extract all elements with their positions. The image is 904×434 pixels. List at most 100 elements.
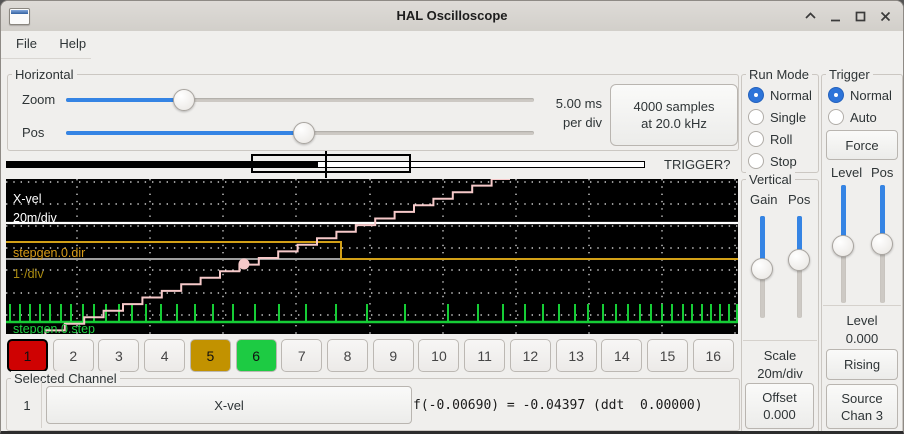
samples-button-line2: at 20.0 kHz — [641, 115, 707, 132]
radio-label: Auto — [850, 110, 877, 125]
level-readout: Level 0.000 — [822, 312, 902, 348]
scale-value: 20m/div — [742, 365, 818, 383]
zoom-slider[interactable] — [66, 89, 534, 111]
horizontal-group-label: Horizontal — [12, 67, 77, 82]
gain-slider-label: Gain — [750, 192, 777, 207]
window-title: HAL Oscilloscope — [1, 1, 903, 31]
selected-channel-divider — [41, 381, 42, 428]
vertical-pos-slider[interactable] — [786, 216, 812, 318]
channel-button-10[interactable]: 10 — [418, 339, 459, 372]
channel-button-6[interactable]: 6 — [236, 339, 277, 372]
channel-button-8[interactable]: 8 — [327, 339, 368, 372]
offset-button-line2: 0.000 — [763, 406, 796, 423]
edge-button-label: Rising — [844, 356, 880, 373]
vertical-pos-slider-label: Pos — [788, 192, 810, 207]
channel-button-16[interactable]: 16 — [693, 339, 734, 372]
shade-icon[interactable] — [802, 8, 818, 24]
per-div-unit: per div — [526, 113, 602, 132]
radio-label: Stop — [770, 154, 797, 169]
offset-button[interactable]: Offset 0.000 — [745, 383, 814, 429]
app-window: HAL Oscilloscope File Help Horizontal Zo… — [0, 0, 904, 434]
channel-button-9[interactable]: 9 — [373, 339, 414, 372]
selected-channel-group: Selected Channel 1 X-vel f(-0.00690) = -… — [6, 378, 740, 431]
trigger-option-normal[interactable]: Normal — [822, 84, 902, 106]
channel-button-3[interactable]: 3 — [98, 339, 139, 372]
radio-label: Normal — [770, 88, 812, 103]
horizontal-pos-slider-fill — [66, 131, 304, 135]
trigger-option-auto[interactable]: Auto — [822, 106, 902, 128]
run-mode-option-roll[interactable]: Roll — [742, 128, 818, 150]
channel-button-12[interactable]: 12 — [510, 339, 551, 372]
scope-display: X-vel20m/divstepgen.0.dir1·/divstepgen.0… — [6, 179, 738, 334]
radio-icon[interactable] — [748, 131, 764, 147]
gain-slider-handle[interactable] — [751, 258, 773, 280]
close-icon[interactable] — [877, 8, 893, 24]
horizontal-group: Horizontal Zoom Pos 5.00 ms per div 4000… — [7, 74, 739, 151]
level-caption: Level — [822, 312, 902, 330]
trigger-group: Trigger NormalAuto Force Level Pos Level… — [821, 74, 903, 433]
minimize-icon[interactable] — [827, 8, 843, 24]
force-button-label: Force — [845, 137, 878, 154]
channel-name-button[interactable]: X-vel — [46, 386, 412, 424]
channel-button-15[interactable]: 15 — [647, 339, 688, 372]
channel-button-13[interactable]: 13 — [556, 339, 597, 372]
run-mode-options: Normal Single Roll Stop — [742, 84, 818, 172]
zoom-slider-fill — [66, 98, 184, 102]
run-mode-group: Run Mode NormalSingleRollStop — [741, 74, 819, 173]
trigger-group-label: Trigger — [826, 67, 873, 82]
gain-slider[interactable] — [749, 216, 775, 318]
trigger-pos-slider-label: Pos — [871, 165, 893, 180]
pos-slider-label: Pos — [22, 125, 44, 140]
menubar: File Help — [1, 31, 903, 59]
channel-button-14[interactable]: 14 — [601, 339, 642, 372]
menu-file[interactable]: File — [7, 31, 46, 56]
samples-button-line1: 4000 samples — [634, 98, 715, 115]
level-slider-handle[interactable] — [832, 235, 854, 257]
run-mode-option-normal[interactable]: Normal — [742, 84, 818, 106]
trigger-point-marker[interactable] — [325, 151, 327, 178]
view-window-box[interactable] — [251, 154, 411, 173]
per-div-readout: 5.00 ms per div — [526, 94, 602, 132]
level-slider[interactable] — [830, 185, 856, 303]
horizontal-pos-slider[interactable] — [66, 122, 534, 144]
source-button[interactable]: Source Chan 3 — [826, 384, 898, 429]
horizontal-pos-slider-handle[interactable] — [293, 122, 315, 144]
trigger-pos-slider-handle[interactable] — [871, 233, 893, 255]
channel-button-7[interactable]: 7 — [281, 339, 322, 372]
trigger-pos-slider[interactable] — [869, 185, 895, 303]
probe-marker — [239, 259, 250, 270]
radio-icon[interactable] — [748, 109, 764, 125]
vertical-pos-slider-handle[interactable] — [788, 249, 810, 271]
zoom-slider-handle[interactable] — [173, 89, 195, 111]
maximize-icon[interactable] — [852, 8, 868, 24]
channel-value-readout: f(-0.00690) = -0.04397 (ddt 0.00000) — [413, 398, 703, 413]
trigger-question-label: TRIGGER? — [664, 157, 730, 172]
channel-button-11[interactable]: 11 — [464, 339, 505, 372]
scope-label: stepgen.0.step — [13, 322, 95, 334]
source-button-line2: Chan 3 — [841, 407, 883, 424]
per-div-value: 5.00 ms — [526, 94, 602, 113]
record-position-bar[interactable]: TRIGGER? — [6, 151, 738, 178]
window-controls — [802, 1, 893, 31]
radio-icon[interactable] — [828, 87, 844, 103]
channel-button-1[interactable]: 1 — [7, 339, 48, 372]
channel-button-5[interactable]: 5 — [190, 339, 231, 372]
radio-label: Roll — [770, 132, 792, 147]
radio-icon[interactable] — [748, 87, 764, 103]
level-slider-label: Level — [831, 165, 862, 180]
level-value: 0.000 — [822, 330, 902, 348]
radio-icon[interactable] — [748, 153, 764, 169]
scope-label: 20m/div — [13, 211, 58, 225]
run-mode-option-single[interactable]: Single — [742, 106, 818, 128]
scope-label: X-vel — [13, 192, 41, 206]
channel-button-2[interactable]: 2 — [53, 339, 94, 372]
channel-button-4[interactable]: 4 — [144, 339, 185, 372]
menu-help[interactable]: Help — [50, 31, 95, 56]
edge-button[interactable]: Rising — [826, 349, 898, 380]
radio-icon[interactable] — [828, 109, 844, 125]
run-mode-option-stop[interactable]: Stop — [742, 150, 818, 172]
vertical-group: Vertical Gain Pos Scale 20m/div Offset 0… — [741, 179, 819, 433]
scope-label: 1·/div — [13, 267, 44, 281]
force-button[interactable]: Force — [826, 130, 898, 160]
samples-button[interactable]: 4000 samples at 20.0 kHz — [610, 84, 738, 146]
